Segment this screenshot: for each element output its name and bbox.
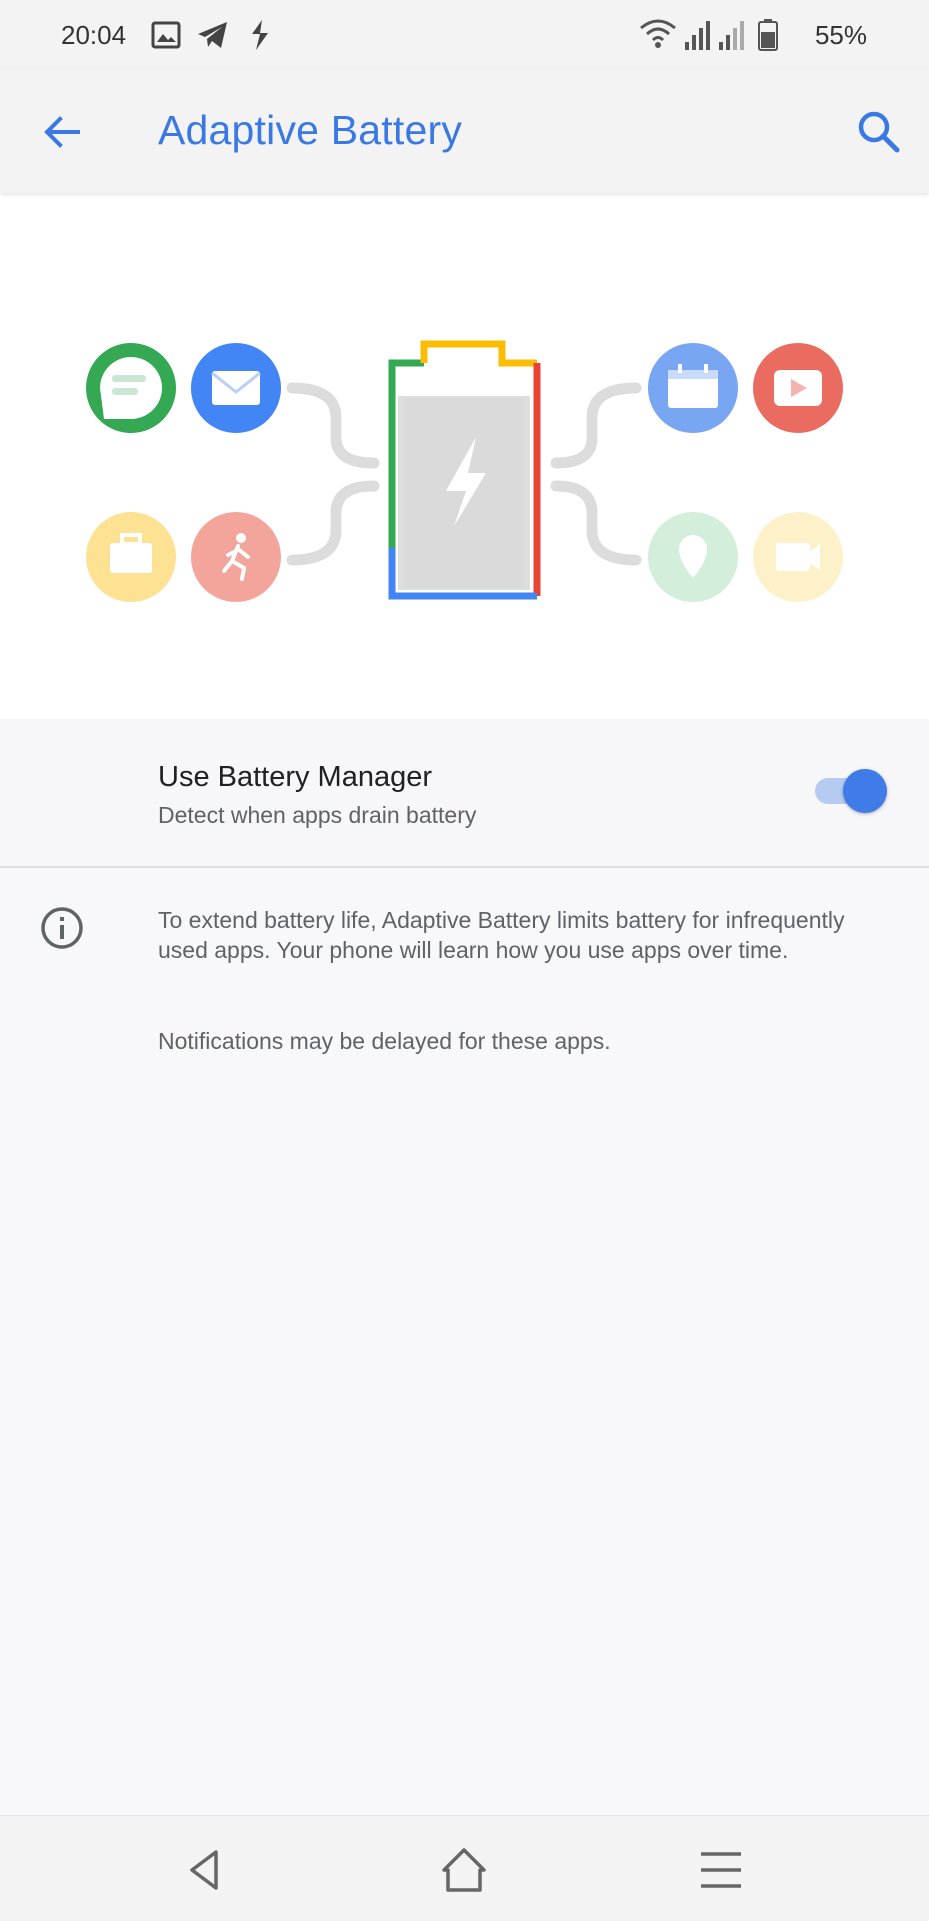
toggle-thumb [843,769,887,813]
info-description: To extend battery life, Adaptive Battery… [158,907,845,963]
image-notification-icon [151,21,181,49]
nav-home-button[interactable] [436,1842,492,1898]
search-icon [858,111,900,153]
back-triangle-icon [190,1850,218,1890]
status-bar: 20:04 55% [0,0,929,70]
signal-icon [685,21,710,50]
setting-title: Use Battery Manager [158,761,433,793]
battery-manager-toggle[interactable] [815,767,887,815]
arrow-back-icon [44,116,80,148]
youtube-icon [753,343,843,433]
app-notification-icon [252,20,268,50]
battery-manager-setting[interactable]: Use Battery Manager Detect when apps dra… [0,719,929,868]
video-icon [753,512,843,602]
adaptive-battery-illustration [0,193,929,719]
status-time: 20:04 [61,20,127,50]
running-icon [191,512,281,602]
nav-menu-button[interactable] [693,1842,749,1898]
briefcase-icon [86,512,176,602]
nav-back-button[interactable] [176,1842,232,1898]
mail-icon [191,343,281,433]
location-icon [648,512,738,602]
battery-icon [758,19,778,51]
page-title: Adaptive Battery [158,107,463,153]
back-button[interactable] [36,106,88,158]
chat-icon [86,343,176,433]
signal-icon [719,21,744,50]
wifi-icon [640,19,676,48]
telegram-icon [198,22,227,48]
battery-graphic [388,320,541,600]
info-section: To extend battery life, Adaptive Battery… [0,868,929,1768]
menu-icon [701,1852,741,1888]
search-button[interactable] [853,106,905,158]
app-bar: Adaptive Battery [0,70,929,193]
info-icon [41,907,83,949]
calendar-icon [648,343,738,433]
setting-summary: Detect when apps drain battery [158,802,477,828]
battery-percentage: 55% [814,20,867,50]
info-note: Notifications may be delayed for these a… [158,1028,611,1054]
home-icon [442,1848,486,1892]
navigation-bar [0,1815,929,1921]
